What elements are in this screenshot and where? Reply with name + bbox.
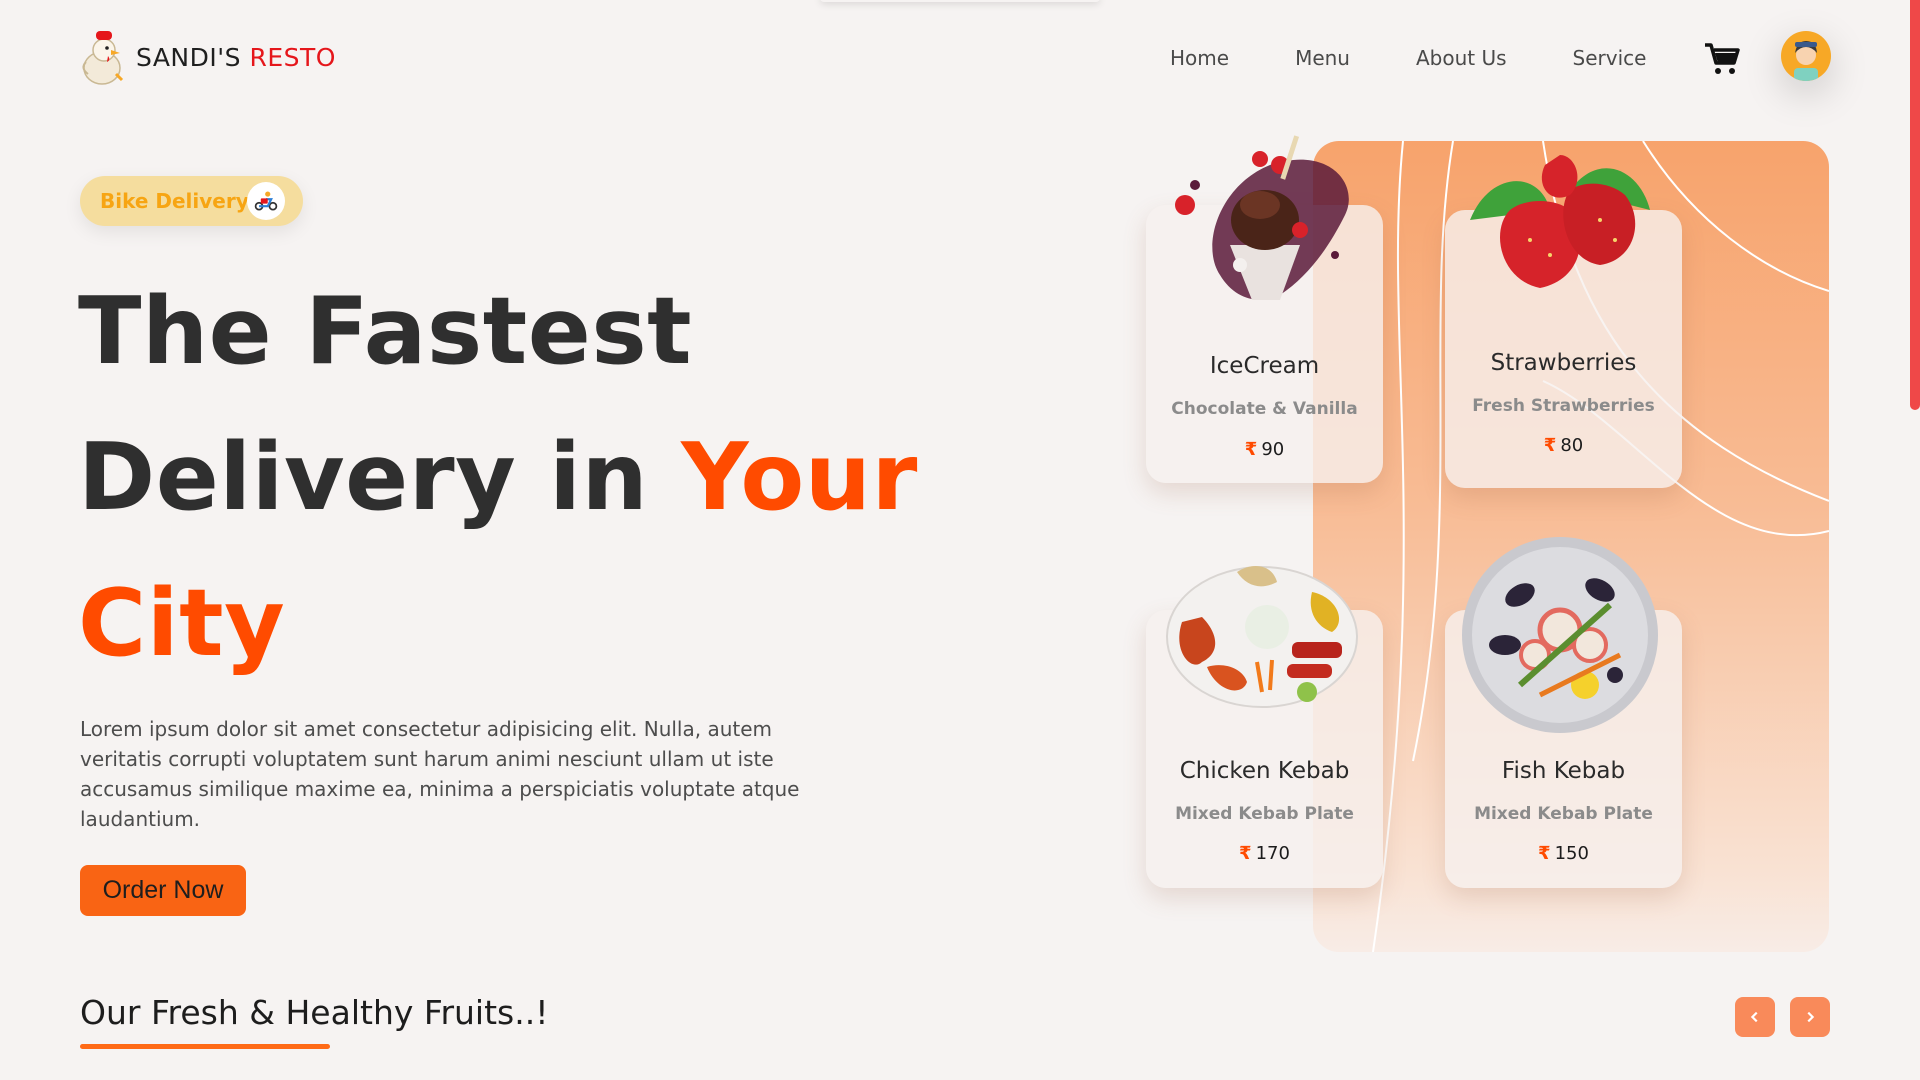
hero-headline: The Fastest Delivery in Your City (78, 258, 918, 696)
headline-line-2b: Your (681, 423, 918, 531)
headline-line-1: The Fastest (78, 277, 693, 385)
nav-menu[interactable]: Menu (1295, 46, 1350, 70)
hero-description: Lorem ipsum dolor sit amet consectetur a… (80, 717, 800, 831)
price-value: 90 (1261, 439, 1285, 460)
section-title: Our Fresh & Healthy Fruits..! (80, 993, 549, 1032)
headline-line-3: City (78, 569, 286, 677)
carousel-prev-button[interactable] (1735, 997, 1775, 1037)
brand-name-part1: SANDI'S (136, 42, 242, 72)
currency-symbol: ₹ (1543, 435, 1557, 456)
card-subtitle: Mixed Kebab Plate (1175, 804, 1354, 824)
card-name: Chicken Kebab (1179, 758, 1350, 784)
bike-delivery-badge: Bike Delivery (80, 176, 303, 226)
user-avatar[interactable] (1781, 31, 1831, 81)
nav-about-us[interactable]: About Us (1416, 46, 1507, 70)
card-subtitle: Fresh Strawberries (1472, 396, 1655, 416)
price-value: 80 (1560, 435, 1584, 456)
section-underline (80, 1044, 330, 1049)
card-price: ₹170 (1146, 843, 1383, 864)
chevron-right-icon (1807, 1011, 1815, 1023)
card-name: Strawberries (1490, 350, 1637, 376)
currency-symbol: ₹ (1239, 843, 1252, 864)
main-nav: Home Menu About Us Service (1170, 46, 1646, 70)
top-edge-shadow (820, 0, 1100, 2)
headline-line-2: Delivery in Your (78, 404, 918, 550)
chevron-left-icon (1750, 1011, 1758, 1023)
card-name: IceCream (1209, 353, 1320, 379)
card-price: ₹90 (1146, 439, 1383, 460)
chicken-chef-logo-icon (82, 31, 124, 85)
price-value: 150 (1554, 843, 1589, 864)
brand-name-part2: RESTO (249, 42, 336, 72)
price-value: 170 (1255, 843, 1290, 864)
nav-service[interactable]: Service (1573, 46, 1647, 70)
chicken-kebab-image (1166, 566, 1358, 708)
card-name: Fish Kebab (1501, 758, 1626, 784)
currency-symbol: ₹ (1244, 439, 1258, 460)
currency-symbol: ₹ (1538, 843, 1551, 864)
page-scrollbar[interactable] (1910, 0, 1920, 410)
order-now-button[interactable]: Order Now (80, 865, 246, 916)
fish-kebab-image (1462, 537, 1658, 733)
strawberries-image (1470, 155, 1650, 288)
carousel-next-button[interactable] (1790, 997, 1830, 1037)
icecream-image (1175, 135, 1349, 300)
nav-home[interactable]: Home (1170, 46, 1229, 70)
badge-label: Bike Delivery (100, 189, 249, 213)
brand-name: SANDI'S RESTO (136, 43, 336, 72)
brand-logo[interactable]: SANDI'S RESTO (78, 28, 336, 86)
card-subtitle: Mixed Kebab Plate (1474, 804, 1653, 824)
cart-icon[interactable] (1704, 42, 1740, 76)
user-avatar-icon (1794, 41, 1818, 81)
card-price: ₹150 (1445, 843, 1682, 864)
card-subtitle: Chocolate & Vanilla (1171, 399, 1358, 419)
headline-line-2a: Delivery in (78, 423, 649, 531)
card-price: ₹80 (1445, 435, 1682, 456)
scooter-icon (247, 182, 285, 220)
